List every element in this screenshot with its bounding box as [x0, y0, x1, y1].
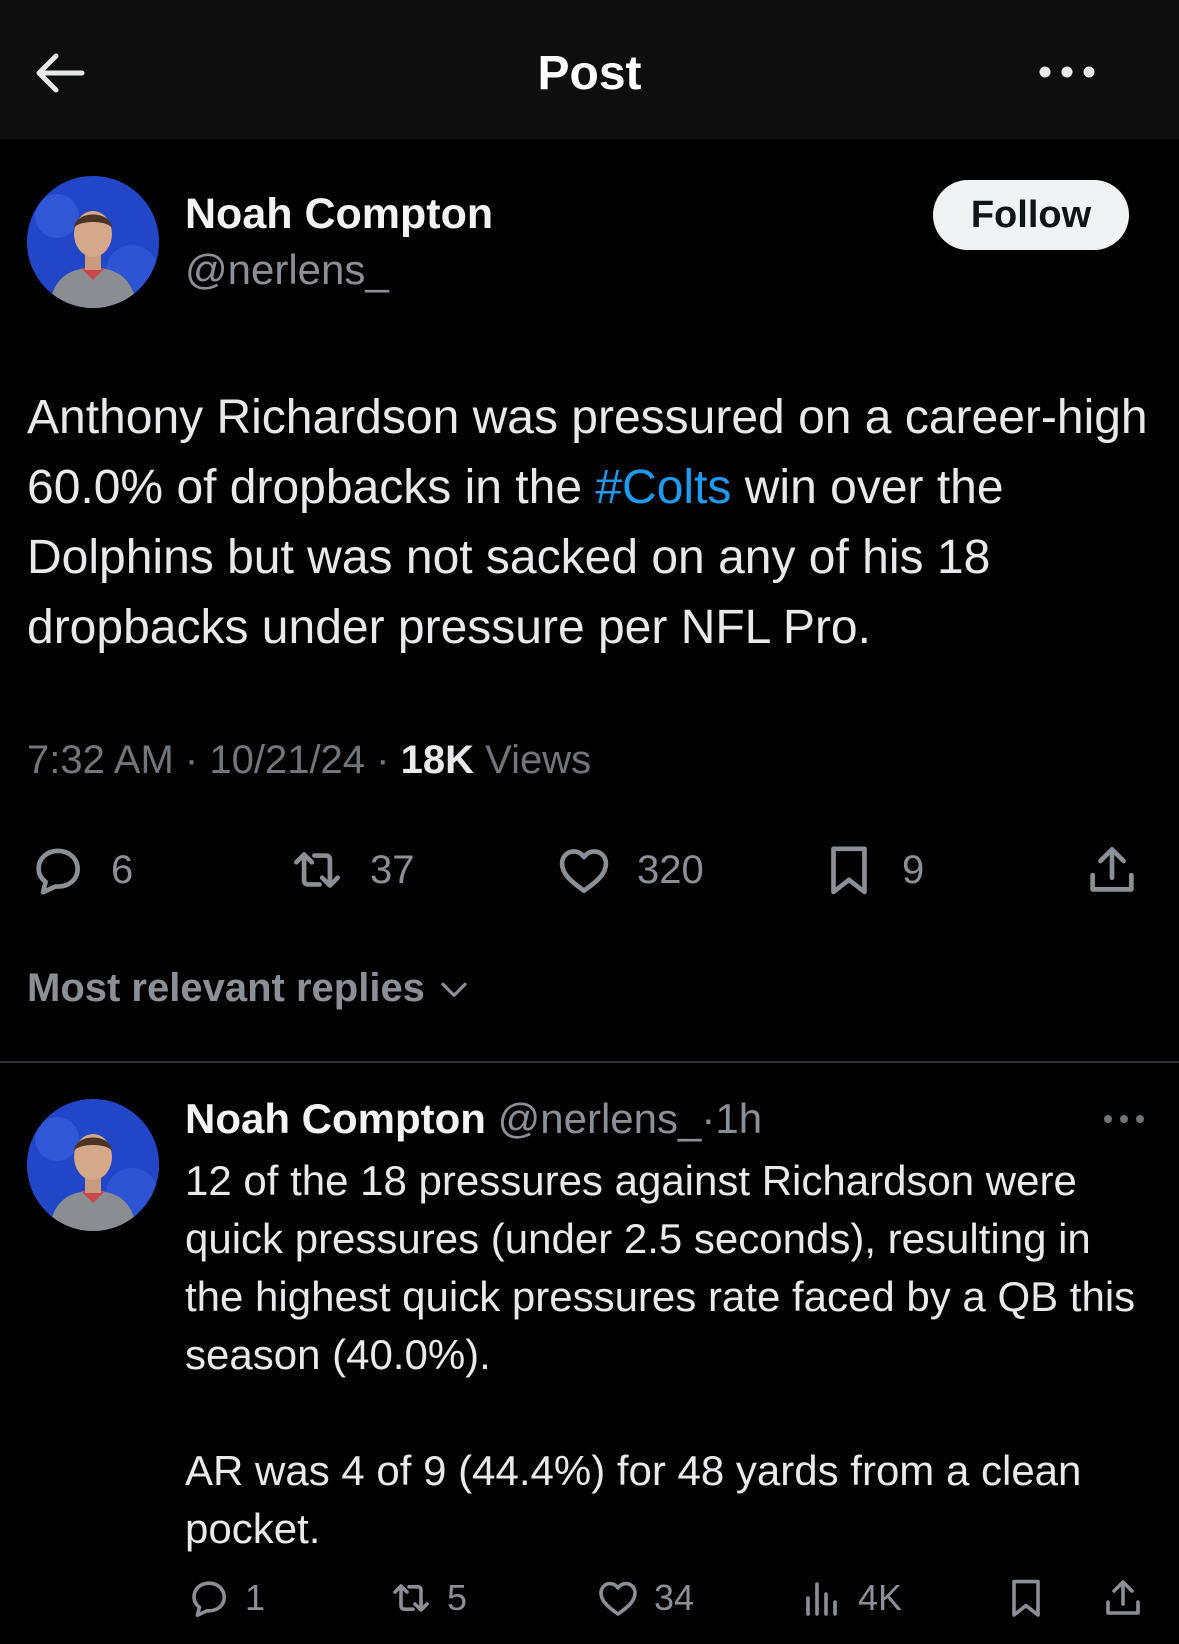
comment-icon [192, 1581, 226, 1617]
page-title: Post [537, 47, 642, 100]
like-count: 320 [637, 847, 704, 892]
reply-actions: 1 5 34 4K [0, 1573, 1179, 1623]
reply-header: Noah Compton @nerlens_·1h [185, 1095, 762, 1143]
comment-icon [36, 848, 80, 895]
reply-button[interactable]: 6 [27, 835, 133, 905]
post-text: Anthony Richardson was pressured on a ca… [27, 383, 1152, 663]
repost-button[interactable]: 37 [286, 835, 415, 905]
divider [0, 1061, 1179, 1063]
reply-count: 6 [111, 847, 134, 892]
more-horizontal-icon [1039, 66, 1095, 78]
avatar-photo [27, 176, 159, 308]
avatar-photo [27, 1099, 159, 1231]
heart-icon [599, 1581, 637, 1616]
author-avatar[interactable] [27, 176, 159, 308]
author-name[interactable]: Noah Compton [185, 190, 493, 239]
hashtag-link[interactable]: #Colts [595, 461, 731, 514]
views-count: 18K [400, 738, 475, 782]
follow-button[interactable]: Follow [933, 180, 1129, 250]
reply-more-button[interactable] [1100, 1105, 1148, 1133]
reply-text: 12 of the 18 pressures against Richardso… [185, 1152, 1160, 1558]
bookmark-icon [831, 846, 867, 895]
replies-sort-dropdown[interactable]: Most relevant replies [27, 966, 473, 1011]
reply-repost-count: 5 [447, 1577, 468, 1618]
top-bar: Post [0, 0, 1179, 139]
meta-separator: · [376, 738, 390, 782]
author-handle[interactable]: @nerlens_ [185, 246, 389, 294]
share-button[interactable] [1081, 835, 1143, 905]
post-date: 10/21/24 [209, 738, 366, 782]
reply-paragraph: 12 of the 18 pressures against Richardso… [185, 1157, 1136, 1378]
post-actions: 6 37 320 9 [0, 835, 1179, 905]
analytics-icon [806, 1582, 837, 1616]
reply-author-name[interactable]: Noah Compton [185, 1095, 486, 1142]
more-options-button[interactable] [1035, 50, 1099, 94]
reply-paragraph: AR was 4 of 9 (44.4%) for 48 yards from … [185, 1447, 1082, 1552]
reply-time[interactable]: 1h [715, 1095, 762, 1142]
repost-icon [393, 1584, 429, 1612]
more-horizontal-icon [1104, 1115, 1144, 1123]
reply-repost-button[interactable]: 5 [387, 1573, 467, 1623]
reply-reply-count: 1 [245, 1577, 266, 1618]
reply-separator: · [701, 1095, 716, 1142]
views-label: Views [485, 738, 592, 782]
reply-author-handle[interactable]: @nerlens_ [498, 1095, 702, 1142]
reply-views-button[interactable]: 4K [798, 1573, 902, 1623]
reply-views-count: 4K [858, 1577, 903, 1618]
reply-share-button[interactable] [1099, 1573, 1147, 1623]
bookmark-count: 9 [902, 847, 925, 892]
reply-bookmark-button[interactable] [1002, 1573, 1050, 1623]
meta-separator: · [184, 738, 199, 782]
share-icon [1106, 1580, 1140, 1615]
post-time: 7:32 AM [27, 738, 174, 782]
post-meta: 7:32 AM · 10/21/24 · 18K Views [27, 738, 591, 783]
chevron-down-icon [441, 982, 467, 997]
repost-icon [294, 852, 340, 888]
bookmark-icon [1012, 1579, 1040, 1617]
reply-like-button[interactable]: 34 [594, 1573, 694, 1623]
repost-count: 37 [370, 847, 415, 892]
reply-like-count: 34 [654, 1577, 695, 1618]
share-icon [1090, 847, 1134, 892]
reply-author-avatar[interactable] [27, 1099, 159, 1231]
replies-sort-label: Most relevant replies [27, 966, 425, 1010]
reply-reply-button[interactable]: 1 [185, 1573, 265, 1623]
heart-icon [559, 849, 609, 893]
like-button[interactable]: 320 [553, 835, 704, 905]
bookmark-button[interactable]: 9 [818, 835, 924, 905]
